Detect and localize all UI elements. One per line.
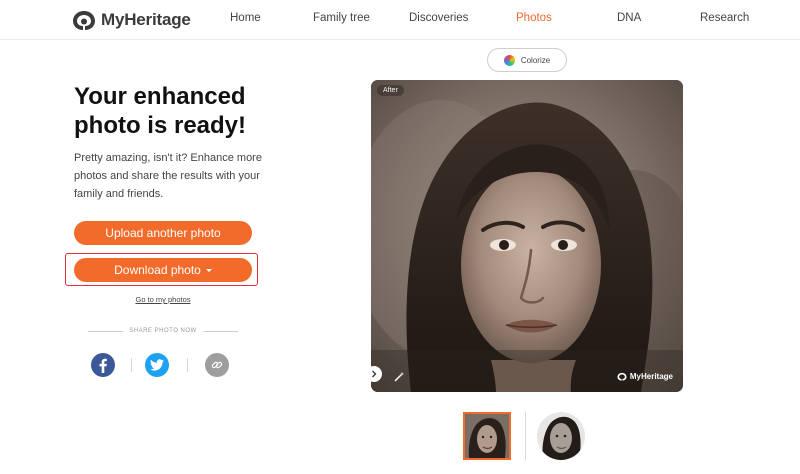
- upload-button-label: Upload another photo: [105, 226, 221, 240]
- share-separator: [187, 358, 188, 372]
- chevron-right-icon: [372, 370, 377, 378]
- share-divider: SHARE PHOTO NOW: [88, 328, 238, 334]
- nav-discoveries[interactable]: Discoveries: [409, 12, 468, 24]
- twitter-icon: [150, 359, 164, 371]
- thumbnail-portrait-image: [465, 414, 509, 458]
- upload-another-photo-button[interactable]: Upload another photo: [74, 221, 252, 245]
- thumbnail-enhanced[interactable]: [463, 412, 511, 460]
- download-photo-button[interactable]: Download photo: [74, 258, 252, 282]
- share-label: SHARE PHOTO NOW: [129, 328, 197, 334]
- thumbnail-original[interactable]: [537, 412, 585, 460]
- link-icon: [211, 361, 223, 369]
- nav-home[interactable]: Home: [230, 12, 261, 24]
- divider-line-right: [202, 330, 238, 332]
- go-to-my-photos-link[interactable]: Go to my photos: [74, 295, 252, 304]
- watermark-text: MyHeritage: [629, 372, 673, 381]
- portrait-image: [371, 80, 683, 392]
- divider-line-left: [88, 330, 124, 332]
- page-title: Your enhanced photo is ready!: [74, 83, 247, 139]
- copy-link-button[interactable]: [205, 353, 229, 377]
- nav-research[interactable]: Research: [700, 12, 749, 24]
- myheritage-watermark: MyHeritage: [617, 372, 673, 381]
- facebook-icon: [99, 358, 107, 373]
- nav-photos[interactable]: Photos: [516, 12, 552, 24]
- colorize-button[interactable]: Colorize: [487, 48, 567, 72]
- color-wheel-icon: [503, 54, 515, 66]
- watermark-logo-icon: [617, 372, 627, 381]
- nav-dna[interactable]: DNA: [617, 12, 641, 24]
- myheritage-logo[interactable]: MyHeritage: [72, 9, 191, 31]
- description-text: Pretty amazing, isn't it? Enhance more p…: [74, 152, 262, 200]
- share-separator: [131, 358, 132, 372]
- logo-text: MyHeritage: [101, 10, 191, 29]
- thumbnail-separator: [525, 412, 526, 460]
- facebook-share-button[interactable]: [91, 353, 115, 377]
- after-badge: After: [377, 85, 404, 96]
- colorize-label: Colorize: [520, 55, 551, 65]
- thumbnail-original-portrait-image: [537, 412, 585, 460]
- nav-family-tree[interactable]: Family tree: [313, 12, 370, 24]
- caret-down-icon: [205, 268, 212, 272]
- logo-icon: [73, 11, 95, 30]
- magic-wand-icon[interactable]: [393, 371, 405, 383]
- top-navigation: MyHeritage Home Family tree Discoveries …: [0, 0, 800, 40]
- download-button-label: Download photo: [114, 263, 201, 277]
- twitter-share-button[interactable]: [145, 353, 169, 377]
- enhanced-photo: After MyHeritage: [371, 80, 683, 392]
